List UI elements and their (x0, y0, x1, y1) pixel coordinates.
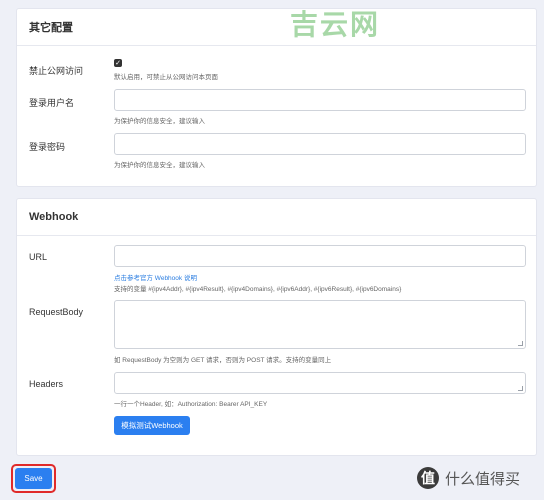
disable-public-help: 默认启用，可禁止从公网访问本页面 (114, 74, 218, 81)
username-input[interactable] (114, 89, 526, 111)
disable-public-checkbox[interactable]: ✓ (114, 59, 122, 67)
password-label: 登录密码 (29, 142, 66, 152)
resize-grip-icon[interactable] (518, 341, 523, 346)
watermark-text: 吉云网 (290, 8, 381, 41)
webhook-docs-link[interactable]: 点击参考官方 Webhook 说明 (114, 272, 197, 282)
brand-logo-icon: 值 (417, 467, 439, 489)
url-input[interactable] (114, 245, 526, 267)
test-webhook-button[interactable]: 模拟测试Webhook (114, 416, 190, 435)
request-body-textarea[interactable] (114, 300, 526, 349)
username-label: 登录用户名 (29, 98, 75, 108)
headers-label: Headers (29, 379, 64, 389)
resize-grip-icon[interactable] (518, 386, 523, 391)
url-label: URL (29, 252, 48, 262)
headers-textarea[interactable] (114, 372, 526, 394)
headers-help: 一行一个Header, 如：Authorization: Bearer API_… (114, 401, 268, 408)
other-config-card: 其它配置 禁止公网访问 ✓ 默认启用，可禁止从公网访问本页面 登录用户名 为保护… (16, 8, 537, 187)
password-help: 为保护你的信息安全，建议输入 (114, 162, 205, 169)
request-body-label: RequestBody (29, 307, 84, 317)
disable-public-label: 禁止公网访问 (29, 66, 84, 76)
save-button[interactable]: Save (15, 468, 52, 489)
corner-brand: 值 什么值得买 (417, 467, 520, 489)
username-help: 为保护你的信息安全，建议输入 (114, 118, 205, 125)
request-body-help: 如 RequestBody 为空则为 GET 请求，否则为 POST 请求。支持… (114, 357, 332, 364)
url-help: 支持的变量 #{ipv4Addr}, #{ipv4Result}, #{ipv4… (114, 286, 402, 293)
password-input[interactable] (114, 133, 526, 155)
webhook-title: Webhook (17, 199, 536, 236)
brand-text: 什么值得买 (445, 470, 521, 488)
webhook-card: Webhook URL 点击参考官方 Webhook 说明 支持的变量 #{ip… (16, 198, 537, 456)
other-config-title: 其它配置 (17, 9, 536, 46)
